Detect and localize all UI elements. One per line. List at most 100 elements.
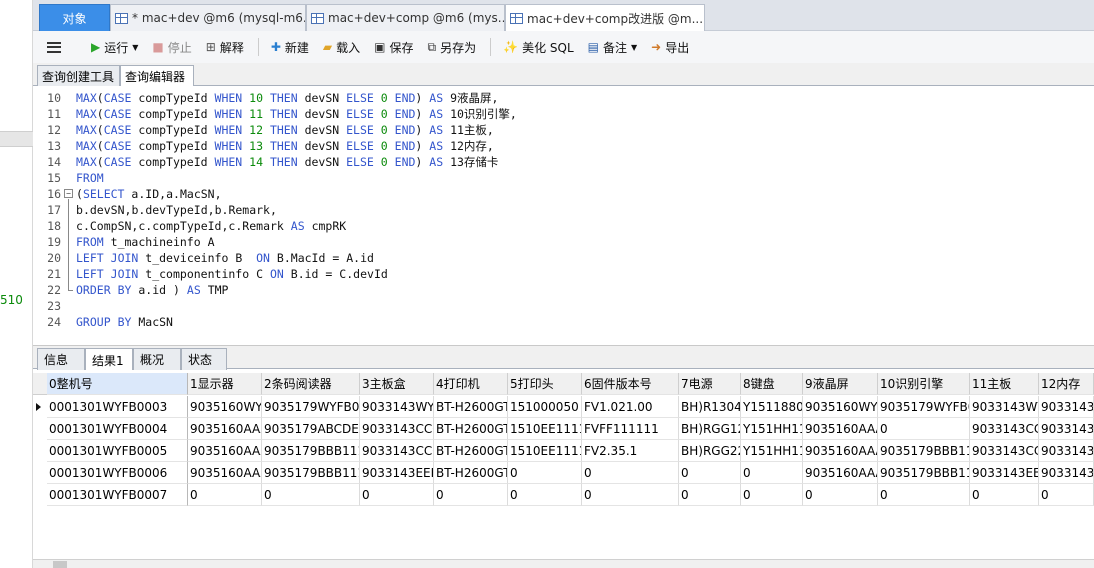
explain-button[interactable]: ⊞ 解释 (206, 39, 244, 56)
table-cell[interactable]: 9033143EE (970, 462, 1039, 484)
column-header[interactable]: 6固件版本号 (582, 373, 679, 395)
column-header[interactable]: 7电源 (679, 373, 741, 395)
table-cell[interactable]: 0 (679, 484, 741, 506)
table-row[interactable]: 0001301WYFB0004 9035160AAA 9035179ABCDEF 90… (33, 418, 1094, 440)
column-header[interactable]: 9液晶屏 (803, 373, 878, 395)
table-cell[interactable]: 0 (582, 462, 679, 484)
left-panel-selection[interactable] (0, 131, 33, 147)
table-cell[interactable]: 0 (508, 484, 582, 506)
fold-toggle-icon[interactable]: − (64, 189, 73, 198)
result-tab[interactable]: 概况 (133, 348, 181, 370)
table-cell[interactable]: 0 (508, 462, 582, 484)
table-cell[interactable]: 0 (679, 462, 741, 484)
result-tab[interactable]: 状态 (181, 348, 227, 370)
chevron-down-icon[interactable]: ▼ (631, 43, 637, 52)
column-header[interactable]: 11主板 (970, 373, 1039, 395)
table-cell[interactable]: 9035179ABCDEF (262, 418, 360, 440)
code-line[interactable]: 21 LEFT JOIN t_componentinfo C ON B.id = … (33, 266, 1094, 282)
table-cell[interactable]: 9033143 (1039, 396, 1094, 418)
table-cell[interactable]: FV1.021.00 (582, 396, 679, 418)
table-cell[interactable]: 0001301WYFB0007 (47, 484, 188, 506)
table-cell[interactable]: 9033143 (1039, 440, 1094, 462)
table-cell[interactable]: 9033143WY (970, 396, 1039, 418)
table-cell[interactable]: 9035160WYF (803, 396, 878, 418)
column-header[interactable]: 1显示器 (188, 373, 262, 395)
tab-objects[interactable]: 对象 (39, 4, 110, 31)
table-cell[interactable]: Y151HH11 (741, 418, 803, 440)
table-cell[interactable]: 9035160WYF (188, 396, 262, 418)
menu-icon[interactable] (47, 41, 61, 53)
table-cell[interactable]: 9035160AAA (188, 462, 262, 484)
table-cell[interactable]: Y151HH11 (741, 440, 803, 462)
code-line[interactable]: 22 ORDER BY a.id ) AS TMP (33, 282, 1094, 298)
code-line[interactable]: 10 MAX(CASE compTypeId WHEN 10 THEN devSN… (33, 90, 1094, 106)
code-line[interactable]: 17 b.devSN,b.devTypeId,b.Remark, (33, 202, 1094, 218)
save-as-button[interactable]: ⧉ 另存为 (428, 39, 477, 56)
table-cell[interactable]: BH)R1304: (679, 396, 741, 418)
tab-query-mac-dev-comp-improved[interactable]: mac+dev+comp改进版 @m... (505, 4, 705, 32)
tab-query-mac-dev[interactable]: * mac+dev @m6 (mysql-m6... (110, 4, 306, 31)
table-cell[interactable]: 9033143WYF (360, 396, 434, 418)
table-cell[interactable]: 9033143CCC (360, 440, 434, 462)
table-cell[interactable]: 0 (360, 484, 434, 506)
table-cell[interactable]: 9035179BBB111 (262, 462, 360, 484)
code-line[interactable]: 14 MAX(CASE compTypeId WHEN 14 THEN devSN… (33, 154, 1094, 170)
table-cell[interactable]: 9035179BBB11 (878, 440, 970, 462)
table-cell[interactable]: 9033143EEE (360, 462, 434, 484)
code-line[interactable]: 20 LEFT JOIN t_deviceinfo B ON B.MacId = … (33, 250, 1094, 266)
stop-button[interactable]: ■ 停止 (152, 39, 191, 56)
table-cell[interactable]: 9035160AAA (803, 418, 878, 440)
table-cell[interactable]: 0 (188, 484, 262, 506)
table-cell[interactable]: 0 (1039, 484, 1094, 506)
table-cell[interactable]: 9035160AAA (803, 462, 878, 484)
column-header[interactable]: 12内存 (1039, 373, 1094, 395)
code-line[interactable]: 18 c.CompSN,c.compTypeId,c.Remark AS cmpR… (33, 218, 1094, 234)
table-cell[interactable]: 1510EE1111 (508, 418, 582, 440)
table-cell[interactable]: 0001301WYFB0004 (47, 418, 188, 440)
table-cell[interactable]: 9033143CC (970, 440, 1039, 462)
code-line[interactable]: 24 GROUP BY MacSN (33, 314, 1094, 330)
comment-button[interactable]: ▤ 备注 ▼ (588, 39, 638, 56)
table-cell[interactable]: 9035179WYFB0 (878, 396, 970, 418)
load-button[interactable]: ▰ 载入 (323, 39, 360, 56)
table-row[interactable]: 0001301WYFB0007 0 0 0 0 0 0 0 0 0 0 0 0 (33, 484, 1094, 506)
table-cell[interactable]: 9035179BBB11 (878, 462, 970, 484)
code-line[interactable]: 12 MAX(CASE compTypeId WHEN 12 THEN devSN… (33, 122, 1094, 138)
table-cell[interactable]: 0 (803, 484, 878, 506)
table-cell[interactable]: 9035160AAA (188, 418, 262, 440)
table-cell[interactable]: 9033143 (1039, 418, 1094, 440)
tab-query-mac-dev-comp[interactable]: mac+dev+comp @m6 (mys... (306, 4, 505, 31)
code-line[interactable]: 11 MAX(CASE compTypeId WHEN 11 THEN devSN… (33, 106, 1094, 122)
table-row[interactable]: 0001301WYFB0006 9035160AAA 9035179BBB111 90… (33, 462, 1094, 484)
table-cell[interactable]: BT-H2600GT (434, 396, 508, 418)
column-header[interactable]: 8键盘 (741, 373, 803, 395)
column-header[interactable]: 10识别引擎 (878, 373, 970, 395)
result-grid[interactable]: 0整机号 1显示器 2条码阅读器 3主板盒 4打印机 5打印头 6固件版本号 7电源 8键盘 9液… (33, 370, 1094, 560)
code-line[interactable]: 19 FROM t_machineinfo A (33, 234, 1094, 250)
tab-query-editor[interactable]: 查询编辑器 (120, 65, 194, 87)
export-button[interactable]: ➜ 导出 (651, 39, 689, 56)
sql-editor[interactable]: 10 MAX(CASE compTypeId WHEN 10 THEN devSN… (33, 86, 1094, 342)
table-cell[interactable]: 9035179BBB111 (262, 440, 360, 462)
table-cell[interactable]: BT-H2600GT (434, 462, 508, 484)
code-line[interactable]: 13 MAX(CASE compTypeId WHEN 13 THEN devSN… (33, 138, 1094, 154)
table-cell[interactable]: 0 (970, 484, 1039, 506)
table-cell[interactable]: 0 (878, 484, 970, 506)
column-header[interactable]: 3主板盒 (360, 373, 434, 395)
horizontal-scrollbar[interactable] (33, 559, 1094, 568)
table-cell[interactable]: BH)RGG22 (679, 440, 741, 462)
save-button[interactable]: ▣ 保存 (374, 39, 413, 56)
column-header[interactable]: 5打印头 (508, 373, 582, 395)
table-cell[interactable]: 0 (878, 418, 970, 440)
table-cell[interactable]: 0001301WYFB0005 (47, 440, 188, 462)
table-cell[interactable]: 0001301WYFB0003 (47, 396, 188, 418)
beautify-sql-button[interactable]: ✨ 美化 SQL (503, 39, 574, 56)
code-line[interactable]: 15 FROM (33, 170, 1094, 186)
table-row[interactable]: 0001301WYFB0003 9035160WYF 9035179WYFB00 90… (33, 396, 1094, 418)
code-line[interactable]: 16 (SELECT a.ID,a.MacSN, − (33, 186, 1094, 202)
result-tab[interactable]: 信息 (37, 348, 85, 370)
table-cell[interactable]: 9033143CC (970, 418, 1039, 440)
table-cell[interactable]: 9033143CCC (360, 418, 434, 440)
result-tab[interactable]: 结果1 (85, 348, 133, 371)
table-cell[interactable]: BH)RGG12 (679, 418, 741, 440)
